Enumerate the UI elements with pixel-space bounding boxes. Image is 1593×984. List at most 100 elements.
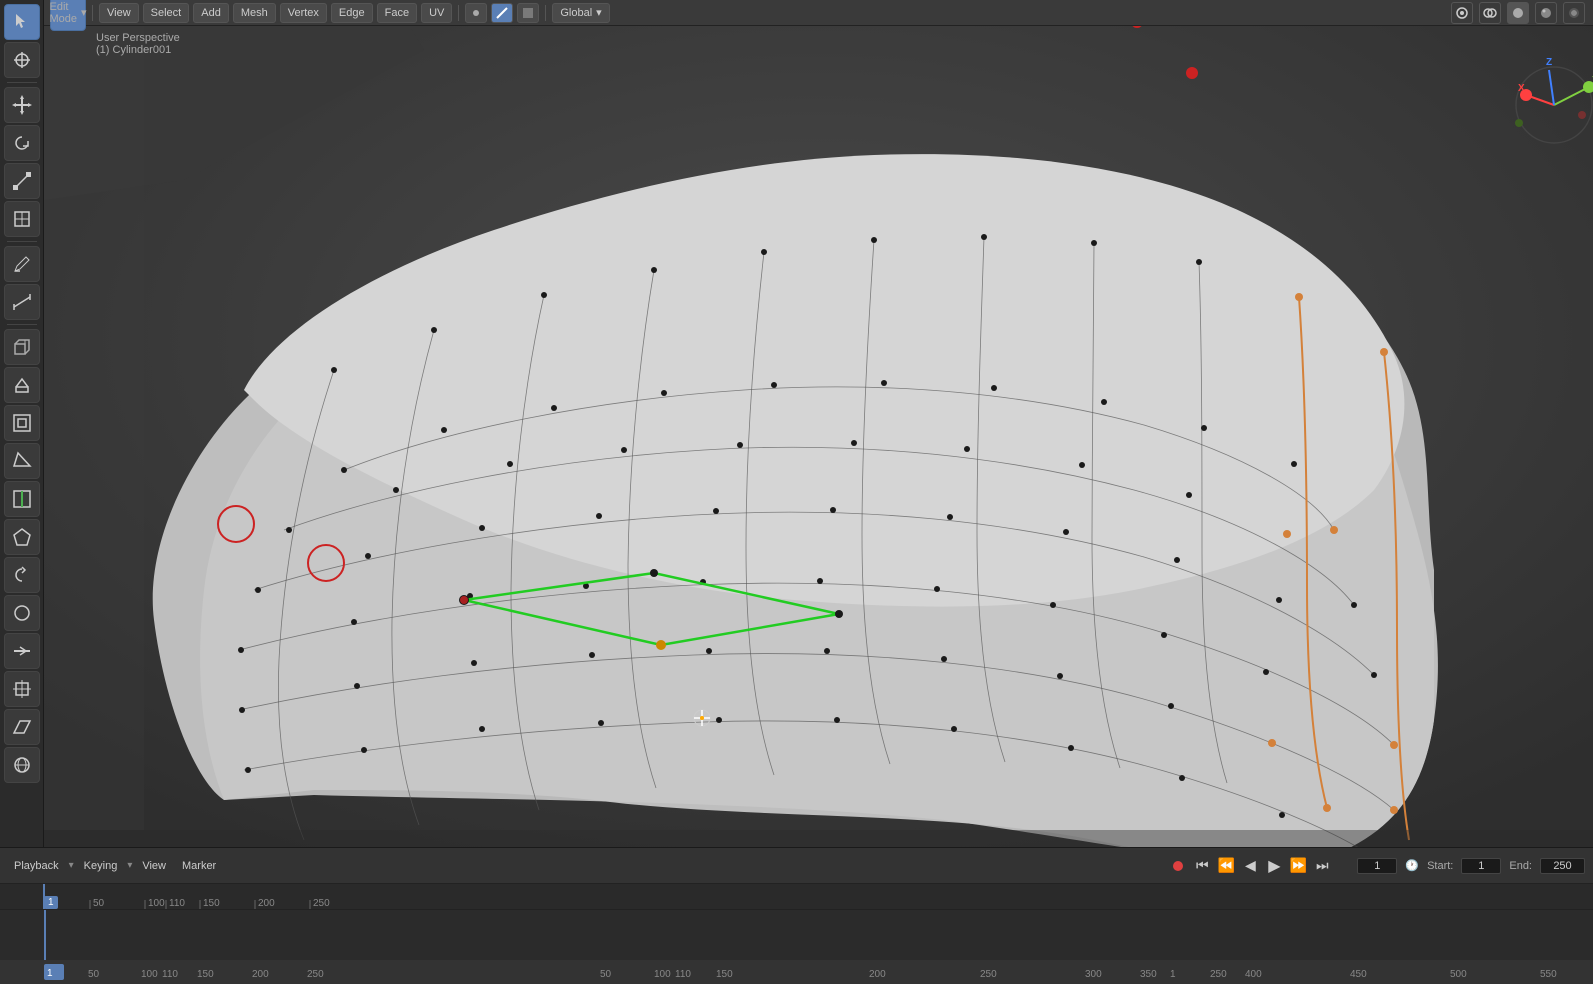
tool-spin[interactable] (4, 557, 40, 593)
separator-3 (545, 5, 546, 21)
svg-text:X: X (1518, 83, 1525, 94)
frame-clock-icon: 🕐 (1405, 859, 1419, 872)
jump-end-button[interactable]: ⏭ (1311, 855, 1333, 877)
tool-annotate[interactable] (4, 246, 40, 282)
timeline-controls: Playback ▾ Keying ▾ View Marker ⏮ ⏪ ◀ ▶ … (0, 848, 1593, 884)
xray-toggle-icon[interactable] (1479, 2, 1501, 24)
svg-text:150: 150 (197, 969, 214, 980)
timeline-track[interactable] (0, 910, 1593, 960)
svg-text:110: 110 (169, 898, 185, 909)
menu-uv[interactable]: UV (421, 3, 452, 23)
mesh-overlay: X Y Z (44, 0, 1593, 847)
tool-shear[interactable] (4, 709, 40, 745)
shading-material-icon[interactable] (1535, 2, 1557, 24)
svg-text:250: 250 (980, 969, 997, 980)
svg-text:1: 1 (47, 968, 53, 979)
tool-select[interactable] (4, 4, 40, 40)
record-button[interactable] (1167, 855, 1189, 877)
viewport-overlay-icon[interactable] (1451, 2, 1473, 24)
transform-space-icon: ▾ (596, 6, 602, 19)
playback-menu[interactable]: Playback (8, 858, 65, 874)
shading-render-icon[interactable] (1563, 2, 1585, 24)
svg-text:550: 550 (1540, 969, 1557, 980)
svg-text:350: 350 (1140, 969, 1157, 980)
svg-text:200: 200 (252, 969, 269, 980)
perspective-text: User Perspective (96, 32, 180, 44)
keying-menu[interactable]: Keying (78, 858, 124, 874)
playback-dropdown: ▾ (69, 860, 74, 871)
jump-next-keyframe-button[interactable]: ⏩ (1287, 855, 1309, 877)
play-button[interactable]: ▶ (1263, 855, 1285, 877)
menu-view[interactable]: View (99, 3, 139, 23)
svg-text:100: 100 (141, 969, 158, 980)
svg-text:1: 1 (1170, 969, 1176, 980)
viewport[interactable]: X Y Z User Perspective (1) Cylinder001 (44, 0, 1593, 847)
mode-dropdown-icon: ▾ (81, 6, 87, 19)
svg-text:200: 200 (258, 898, 275, 909)
menu-add[interactable]: Add (193, 3, 229, 23)
tool-scale[interactable] (4, 163, 40, 199)
menu-mesh[interactable]: Mesh (233, 3, 276, 23)
start-label: Start: (1427, 860, 1453, 872)
tool-smooth[interactable] (4, 595, 40, 631)
frame-info: 🕐 Start: End: (1357, 858, 1585, 874)
tool-edge-slide[interactable] (4, 633, 40, 669)
tool-inset[interactable] (4, 405, 40, 441)
svg-text:150: 150 (203, 898, 220, 909)
select-mode-vertex[interactable] (465, 3, 487, 23)
menu-vertex[interactable]: Vertex (280, 3, 327, 23)
svg-text:250: 250 (307, 969, 324, 980)
tool-rotate[interactable] (4, 125, 40, 161)
tool-transform[interactable] (4, 201, 40, 237)
svg-text:110: 110 (162, 969, 178, 980)
marker-menu[interactable]: Marker (176, 858, 222, 874)
tool-separator-1 (7, 82, 37, 83)
svg-text:50: 50 (88, 969, 100, 980)
svg-text:250: 250 (1210, 969, 1227, 980)
svg-text:150: 150 (716, 969, 733, 980)
svg-text:50: 50 (600, 969, 612, 980)
svg-text:100: 100 (654, 969, 671, 980)
start-frame-input[interactable] (1461, 858, 1501, 874)
separator-2 (458, 5, 459, 21)
tool-to-sphere[interactable] (4, 747, 40, 783)
svg-text:Z: Z (1546, 57, 1552, 68)
step-back-button[interactable]: ◀ (1239, 855, 1261, 877)
end-frame-input[interactable] (1540, 858, 1585, 874)
svg-text:400: 400 (1245, 969, 1262, 980)
menu-face[interactable]: Face (377, 3, 417, 23)
tool-extrude[interactable] (4, 367, 40, 403)
svg-text:300: 300 (1085, 969, 1102, 980)
jump-prev-keyframe-button[interactable]: ⏪ (1215, 855, 1237, 877)
tool-shrink[interactable] (4, 671, 40, 707)
timeline-ruler[interactable]: 1 50 100 110 150 200 250 (0, 884, 1593, 910)
viewport-perspective-label: User Perspective (96, 32, 180, 44)
keying-dropdown: ▾ (127, 860, 132, 871)
tool-measure[interactable] (4, 284, 40, 320)
svg-text:50: 50 (93, 898, 105, 909)
shading-solid-icon[interactable] (1507, 2, 1529, 24)
tool-add-cube[interactable] (4, 329, 40, 365)
tool-move[interactable] (4, 87, 40, 123)
svg-text:500: 500 (1450, 969, 1467, 980)
menu-edge[interactable]: Edge (331, 3, 373, 23)
object-name-text: (1) Cylinder001 (96, 44, 171, 56)
view-menu[interactable]: View (136, 858, 172, 874)
select-mode-face[interactable] (517, 3, 539, 23)
timeline-bar: Playback ▾ Keying ▾ View Marker ⏮ ⏪ ◀ ▶ … (0, 847, 1593, 957)
tool-bevel[interactable] (4, 443, 40, 479)
tool-poly-build[interactable] (4, 519, 40, 555)
record-dot (1173, 861, 1183, 871)
select-mode-edge[interactable] (491, 3, 513, 23)
jump-start-button[interactable]: ⏮ (1191, 855, 1213, 877)
menu-select[interactable]: Select (143, 3, 190, 23)
current-frame-input[interactable] (1357, 858, 1397, 874)
tool-cursor[interactable] (4, 42, 40, 78)
mode-selector[interactable]: Edit Mode ▾ (50, 0, 86, 31)
transform-space[interactable]: Global ▾ (552, 3, 609, 23)
playhead (44, 910, 46, 960)
svg-text:450: 450 (1350, 969, 1367, 980)
mode-label: Edit Mode (49, 1, 77, 25)
tool-loop-cut[interactable] (4, 481, 40, 517)
end-label: End: (1509, 860, 1532, 872)
